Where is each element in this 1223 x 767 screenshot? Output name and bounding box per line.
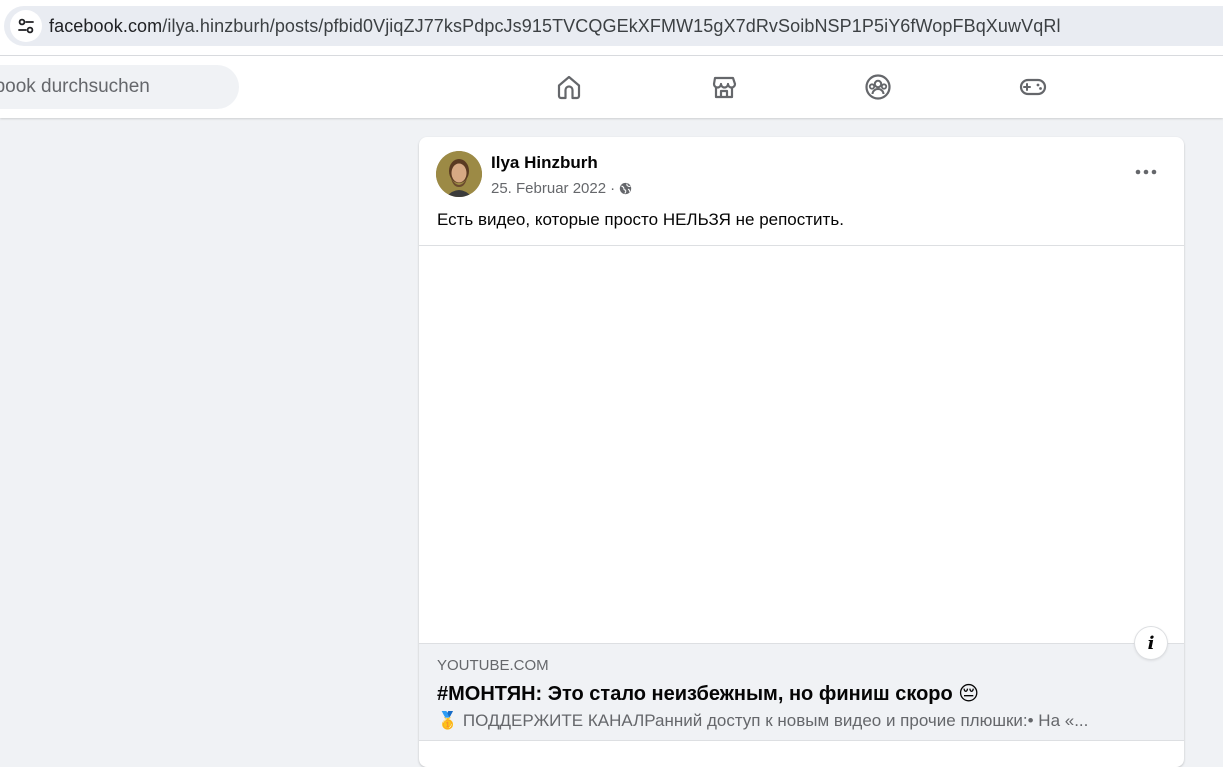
nav-groups-button[interactable]: [860, 69, 896, 105]
author-name[interactable]: Ilya Hinzburh: [491, 153, 598, 173]
nav-marketplace-button[interactable]: [706, 69, 742, 105]
nav-gaming-button[interactable]: [1015, 69, 1051, 105]
tune-icon: [18, 18, 34, 34]
url-text[interactable]: facebook.com/ilya.hinzburh/posts/pfbid0V…: [49, 16, 1061, 37]
info-button[interactable]: i: [1135, 627, 1167, 659]
site-info-button[interactable]: [10, 10, 42, 42]
globe-icon[interactable]: [619, 182, 632, 195]
link-preview[interactable]: YOUTUBE.COM #МОНТЯН: Это стало неизбежны…: [419, 643, 1184, 741]
post-card: Ilya Hinzburh 25. Februar 2022 · Есть ви…: [419, 137, 1184, 767]
search-box[interactable]: [0, 65, 239, 109]
home-icon: [557, 75, 581, 100]
link-title[interactable]: #МОНТЯН: Это стало неизбежным, но финиш …: [437, 681, 979, 706]
more-horizontal-icon: [1135, 169, 1157, 175]
video-embed[interactable]: [419, 245, 1184, 644]
marketplace-icon: [712, 76, 737, 99]
meta-separator: ·: [610, 180, 616, 197]
nav-home-button[interactable]: [551, 69, 587, 105]
post-meta: 25. Februar 2022 ·: [491, 180, 632, 197]
gaming-icon: [1019, 78, 1047, 96]
address-bar[interactable]: facebook.com/ilya.hinzburh/posts/pfbid0V…: [4, 6, 1223, 46]
url-host: facebook.com: [49, 16, 163, 36]
facebook-top-nav: [0, 56, 1223, 118]
post-text: Есть видео, которые просто НЕЛЬЗЯ не реп…: [437, 210, 844, 229]
groups-icon: [865, 74, 891, 100]
search-input[interactable]: [0, 65, 239, 109]
avatar[interactable]: [436, 151, 482, 197]
link-description: 🥇 ПОДДЕРЖИТЕ КАНАЛРанний доступ к новым …: [437, 711, 1089, 730]
browser-toolbar: facebook.com/ilya.hinzburh/posts/pfbid0V…: [0, 0, 1223, 56]
post-options-button[interactable]: [1126, 155, 1166, 189]
link-domain: YOUTUBE.COM: [437, 657, 549, 674]
author-photo: [436, 151, 482, 197]
url-path: /ilya.hinzburh/posts/pfbid0VjiqZJ77ksPdp…: [162, 16, 1061, 36]
post-date[interactable]: 25. Februar 2022: [491, 180, 606, 197]
